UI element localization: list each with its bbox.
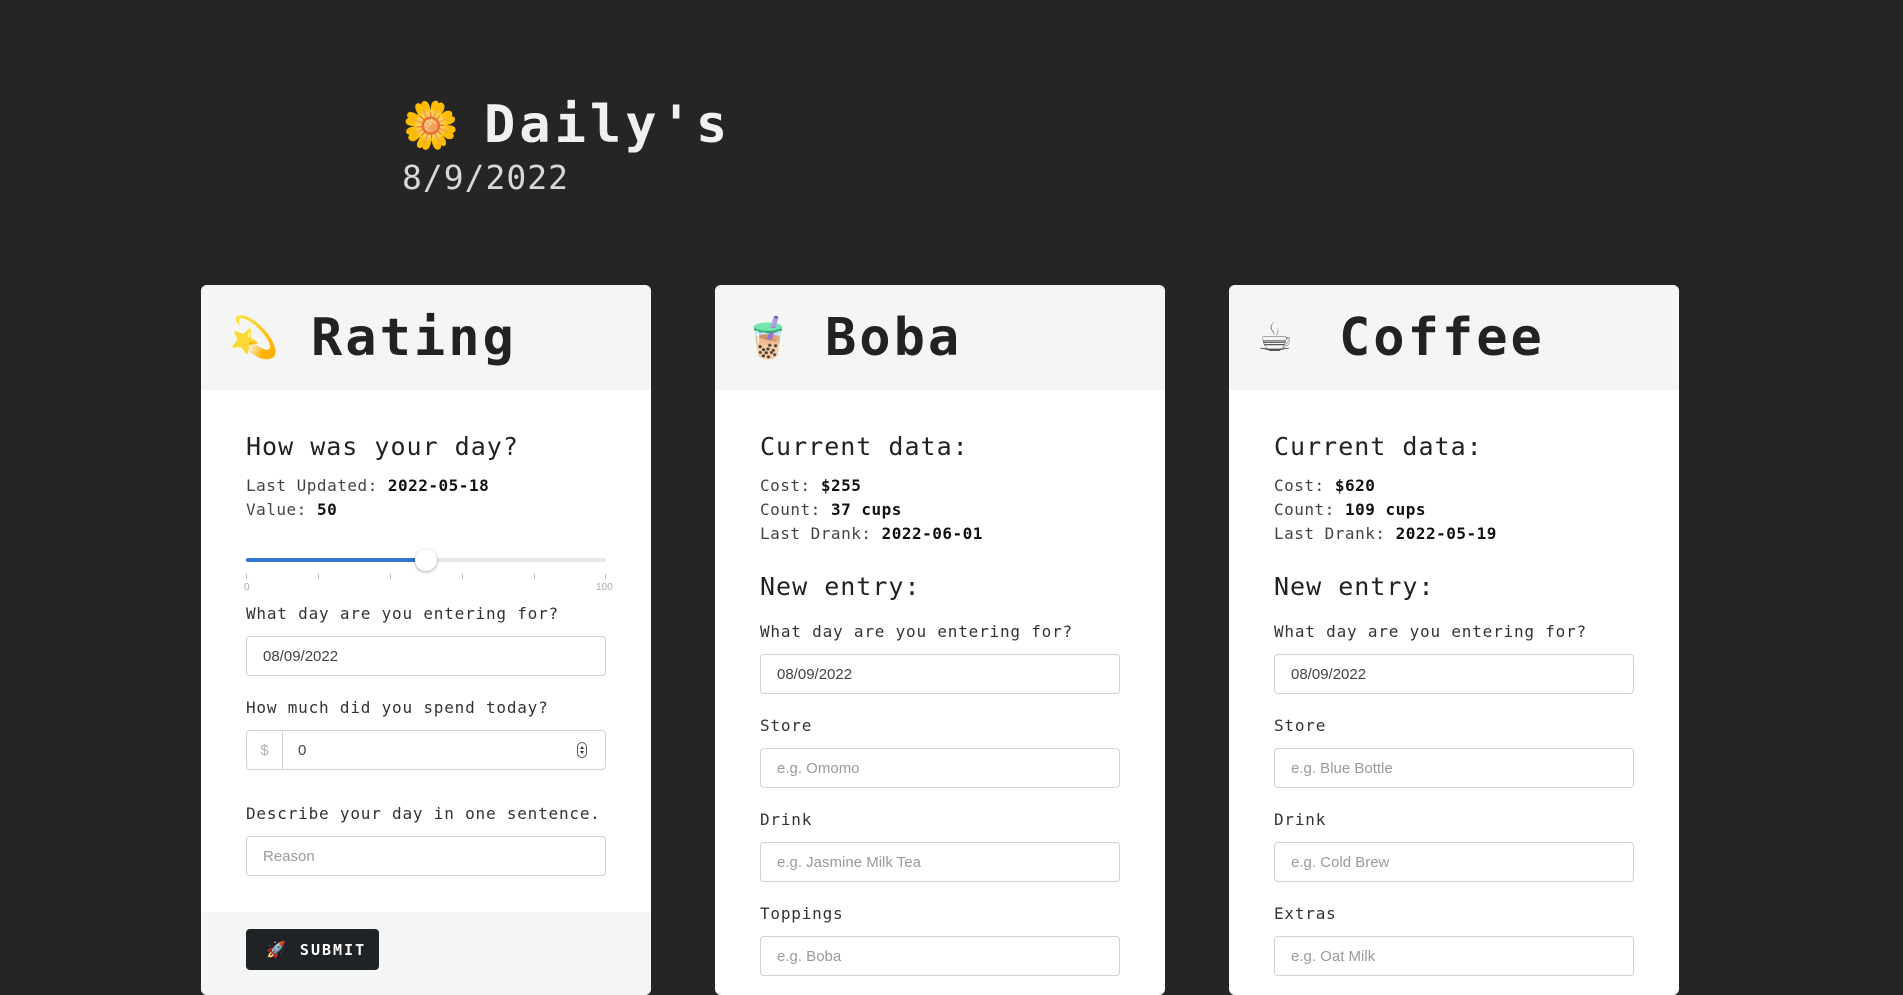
boba-drink-label: Drink (760, 810, 813, 829)
rating-slider[interactable]: 0 100 (244, 536, 613, 596)
boba-toppings-label: Toppings (760, 904, 844, 923)
slider-tick (534, 574, 535, 579)
value-row: Value: 50 (246, 498, 606, 522)
count-label: Count: (1274, 500, 1335, 519)
submit-button[interactable]: 🚀 SUBMIT (246, 929, 379, 970)
spend-input[interactable]: $ 0 (246, 730, 606, 770)
rating-question: How was your day? (246, 432, 519, 461)
bubble-tea-icon: 🧋 (743, 314, 793, 361)
slider-tick (462, 574, 463, 579)
boba-date-input[interactable]: 08/09/2022 (760, 654, 1120, 694)
cost-value: $255 (820, 476, 862, 495)
reason-input[interactable]: Reason (246, 836, 606, 876)
boba-cost-row: Cost: $255 (760, 474, 1120, 498)
coffee-new-entry-title: New entry: (1274, 572, 1435, 601)
boba-count-row: Count: 37 cups (760, 498, 1120, 522)
boba-card-body: Current data: Cost: $255 Count: 37 cups … (715, 432, 1165, 976)
boba-card: 🧋 Boba Current data: Cost: $255 Count: 3… (715, 285, 1165, 995)
page-header: 🌼 Daily's 8/9/2022 (402, 92, 731, 197)
stepper-icon[interactable] (577, 742, 587, 758)
value-label: Value: (246, 500, 307, 519)
boba-current-title: Current data: (760, 432, 969, 461)
rating-card-footer: 🚀 SUBMIT (201, 912, 651, 995)
rating-date-input[interactable]: 08/09/2022 (246, 636, 606, 676)
coffee-count-row: Count: 109 cups (1274, 498, 1634, 522)
coffee-card-body: Current data: Cost: $620 Count: 109 cups… (1229, 432, 1679, 976)
submit-label: SUBMIT (299, 940, 367, 959)
boba-day-label: What day are you entering for? (760, 622, 1073, 641)
coffee-store-label: Store (1274, 716, 1327, 735)
flower-icon: 🌼 (402, 98, 460, 152)
last-updated-value: 2022-05-18 (387, 476, 490, 495)
count-label: Count: (760, 500, 821, 519)
slider-tick (605, 574, 606, 579)
page-date: 8/9/2022 (402, 158, 569, 197)
boba-toppings-input[interactable]: e.g. Boba (760, 936, 1120, 976)
describe-label: Describe your day in one sentence. (246, 804, 601, 823)
slider-fill (246, 558, 426, 562)
cost-value: $620 (1334, 476, 1376, 495)
spend-value[interactable]: 0 (283, 742, 306, 759)
boba-store-input[interactable]: e.g. Omomo (760, 748, 1120, 788)
last-drank-value: 2022-06-01 (881, 524, 983, 543)
coffee-cup-icon: ☕ (1257, 314, 1293, 361)
title-row: 🌼 Daily's (402, 92, 731, 158)
count-value: 37 cups (830, 500, 902, 519)
boba-last-drank-row: Last Drank: 2022-06-01 (760, 522, 1120, 546)
value-value: 50 (316, 500, 338, 519)
slider-max-label: 100 (596, 582, 613, 593)
page-title: Daily's (484, 95, 732, 155)
coffee-drink-input[interactable]: e.g. Cold Brew (1274, 842, 1634, 882)
boba-card-title: Boba (825, 307, 963, 368)
coffee-card: ☕ Coffee Current data: Cost: $620 Count:… (1229, 285, 1679, 995)
rating-card-body: How was your day? Last Updated: 2022-05-… (201, 432, 651, 876)
coffee-cost-row: Cost: $620 (1274, 474, 1634, 498)
boba-meta: Cost: $255 Count: 37 cups Last Drank: 20… (760, 474, 1120, 546)
coffee-day-label: What day are you entering for? (1274, 622, 1587, 641)
coffee-card-title: Coffee (1339, 307, 1545, 368)
count-value: 109 cups (1344, 500, 1426, 519)
dizzy-star-icon: 💫 (229, 314, 279, 361)
last-drank-label: Last Drank: (1274, 524, 1386, 543)
rating-card: 💫 Rating How was your day? Last Updated:… (201, 285, 651, 995)
coffee-meta: Cost: $620 Count: 109 cups Last Drank: 2… (1274, 474, 1634, 546)
coffee-extras-label: Extras (1274, 904, 1337, 923)
dollar-prefix: $ (247, 731, 283, 769)
boba-card-header: 🧋 Boba (715, 285, 1165, 390)
slider-thumb[interactable] (415, 549, 437, 571)
cost-label: Cost: (760, 476, 811, 495)
coffee-last-drank-row: Last Drank: 2022-05-19 (1274, 522, 1634, 546)
rating-card-title: Rating (311, 307, 517, 368)
last-drank-value: 2022-05-19 (1395, 524, 1497, 543)
boba-drink-input[interactable]: e.g. Jasmine Milk Tea (760, 842, 1120, 882)
boba-new-entry-title: New entry: (760, 572, 921, 601)
last-updated-row: Last Updated: 2022-05-18 (246, 474, 606, 498)
coffee-card-header: ☕ Coffee (1229, 285, 1679, 390)
coffee-current-title: Current data: (1274, 432, 1483, 461)
cost-label: Cost: (1274, 476, 1325, 495)
coffee-drink-label: Drink (1274, 810, 1327, 829)
rating-day-label: What day are you entering for? (246, 604, 559, 623)
spend-label: How much did you spend today? (246, 698, 549, 717)
slider-tick (246, 574, 247, 579)
slider-tick (390, 574, 391, 579)
rocket-icon: 🚀 (266, 940, 288, 959)
last-drank-label: Last Drank: (760, 524, 872, 543)
rating-meta: Last Updated: 2022-05-18 Value: 50 (246, 474, 606, 522)
coffee-store-input[interactable]: e.g. Blue Bottle (1274, 748, 1634, 788)
last-updated-label: Last Updated: (246, 476, 378, 495)
coffee-date-input[interactable]: 08/09/2022 (1274, 654, 1634, 694)
coffee-extras-input[interactable]: e.g. Oat Milk (1274, 936, 1634, 976)
slider-min-label: 0 (244, 582, 250, 593)
boba-store-label: Store (760, 716, 813, 735)
rating-card-header: 💫 Rating (201, 285, 651, 390)
slider-tick (318, 574, 319, 579)
